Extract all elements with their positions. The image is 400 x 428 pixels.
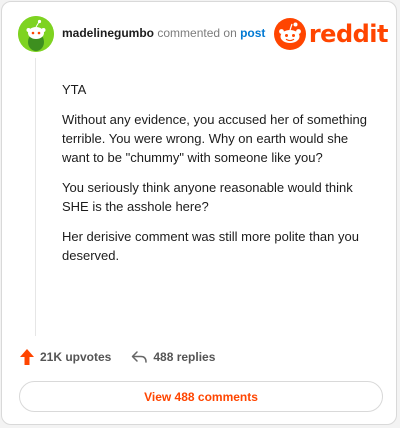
comment-header: madelinegumbo commented on post reddit bbox=[18, 16, 389, 52]
upvote-arrow-icon bbox=[20, 349, 34, 365]
reddit-logo[interactable]: reddit bbox=[273, 16, 389, 52]
reply-count: 488 replies bbox=[153, 350, 216, 364]
view-comments-button[interactable]: View 488 comments bbox=[19, 381, 383, 412]
comment-paragraph: YTA bbox=[62, 82, 87, 97]
comment-meta: madelinegumbo commented on post bbox=[62, 26, 265, 40]
comment-card: madelinegumbo commented on post reddit Y… bbox=[1, 1, 397, 425]
commented-on-label: commented on bbox=[157, 26, 237, 40]
upvote-button[interactable]: 21K upvotes bbox=[20, 349, 111, 365]
post-link[interactable]: post bbox=[240, 26, 265, 40]
reply-arrow-icon bbox=[132, 351, 148, 363]
reply-button[interactable]: 488 replies bbox=[131, 350, 215, 364]
reddit-wordmark: reddit bbox=[308, 20, 389, 48]
comment-paragraph: You seriously think anyone reasonable wo… bbox=[62, 180, 353, 214]
comment-actions: 21K upvotes 488 replies bbox=[20, 348, 215, 366]
thread-line[interactable] bbox=[35, 58, 36, 336]
reddit-logo-icon bbox=[273, 18, 306, 50]
comment-paragraph: Without any evidence, you accused her of… bbox=[62, 112, 367, 165]
comment-paragraph: Her derisive comment was still more poli… bbox=[62, 229, 359, 263]
username-link[interactable]: madelinegumbo bbox=[62, 26, 154, 40]
comment-body: YTA Without any evidence, you accused he… bbox=[62, 80, 374, 276]
snoo-avatar-icon[interactable] bbox=[18, 16, 54, 52]
upvote-count: 21K upvotes bbox=[40, 350, 112, 364]
